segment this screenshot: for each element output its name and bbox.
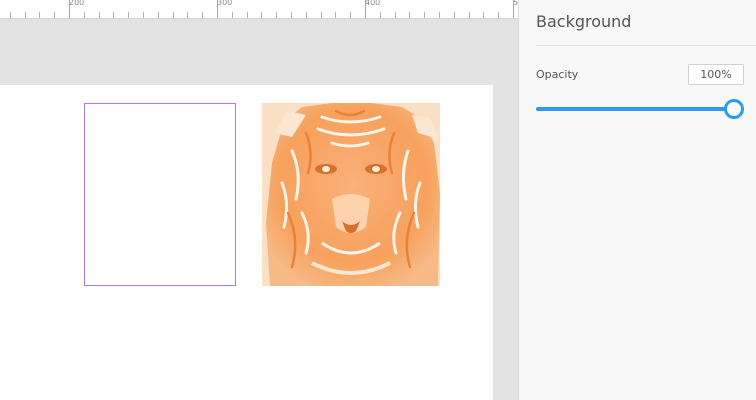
ruler-tick — [439, 12, 440, 18]
opacity-label: Opacity — [536, 68, 579, 81]
ruler-tick — [424, 12, 425, 18]
ruler-tick — [469, 12, 470, 18]
ruler-tick — [454, 12, 455, 18]
ruler-label-300: 300 — [217, 0, 233, 7]
ruler-tick — [261, 12, 262, 18]
ruler-tick — [99, 12, 100, 18]
artboard[interactable] — [0, 85, 493, 400]
panel-title: Background — [536, 12, 632, 31]
horizontal-ruler: 200 300 400 5 — [0, 0, 518, 19]
ruler-tick — [232, 12, 233, 18]
opacity-slider[interactable] — [536, 99, 744, 119]
ruler-label-400: 400 — [365, 0, 381, 7]
ruler-tick — [513, 0, 514, 18]
ruler-tick — [483, 12, 484, 18]
ruler-tick — [54, 12, 55, 18]
ruler-tick — [202, 12, 203, 18]
properties-panel: Background Opacity — [518, 0, 756, 400]
ruler-label-200: 200 — [69, 0, 85, 7]
opacity-slider-fill — [536, 107, 734, 111]
ruler-tick — [395, 12, 396, 18]
ruler-tick — [10, 12, 11, 18]
opacity-input[interactable] — [688, 64, 744, 85]
ruler-tick — [276, 12, 277, 18]
ruler-tick — [187, 12, 188, 18]
ruler-tick — [113, 12, 114, 18]
ruler-tick — [291, 12, 292, 18]
ruler-tick — [25, 12, 26, 18]
ruler-tick — [69, 0, 70, 18]
ruler-tick — [217, 0, 218, 18]
ruler-tick — [247, 12, 248, 18]
ruler-tick — [158, 12, 159, 18]
tiger-image[interactable] — [262, 103, 440, 286]
ruler-tick — [350, 12, 351, 18]
ruler-tick — [380, 12, 381, 18]
ruler-tick — [84, 12, 85, 18]
ruler-tick — [39, 12, 40, 18]
canvas-workspace[interactable] — [0, 20, 518, 400]
ruler-tick — [173, 12, 174, 18]
panel-divider — [536, 45, 756, 46]
ruler-tick — [365, 0, 366, 18]
ruler-tick — [409, 12, 410, 18]
ruler-tick — [128, 12, 129, 18]
ruler-tick — [498, 12, 499, 18]
ruler-tick — [321, 12, 322, 18]
ruler-tick — [335, 12, 336, 18]
ruler-tick — [306, 12, 307, 18]
ruler-tick — [143, 12, 144, 18]
opacity-slider-thumb[interactable] — [724, 99, 744, 119]
selected-rectangle-shape[interactable] — [84, 103, 236, 286]
